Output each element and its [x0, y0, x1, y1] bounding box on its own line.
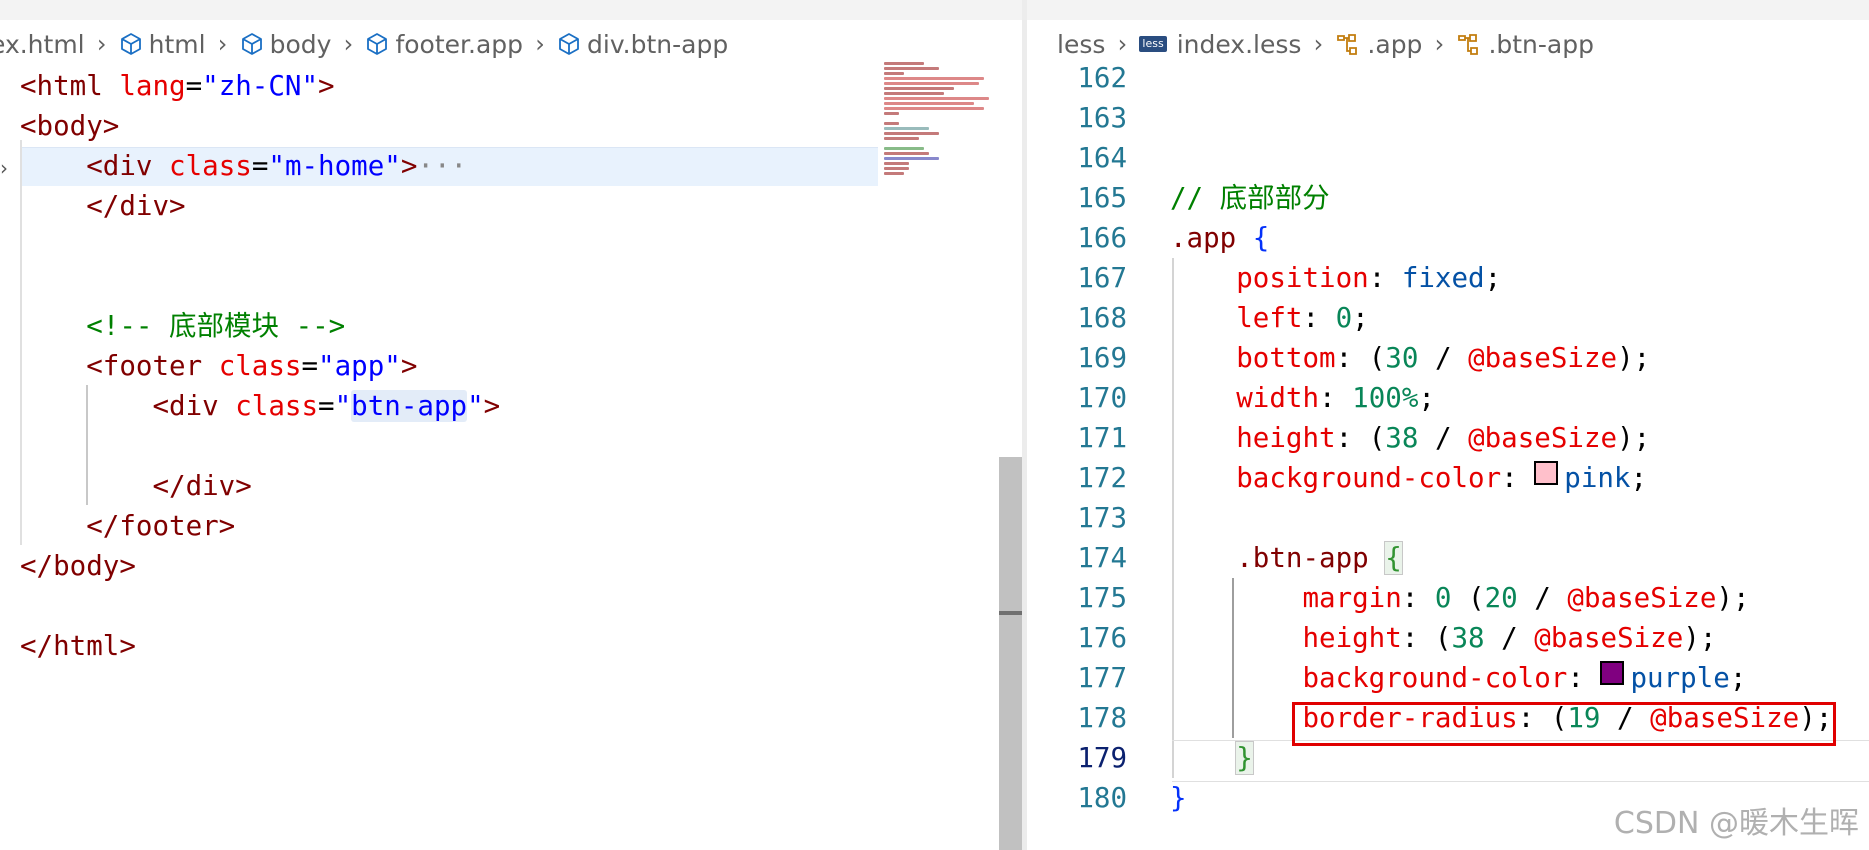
- cube-icon: [367, 33, 388, 55]
- breadcrumb-label: html: [148, 29, 206, 59]
- chevron-right-icon: ›: [217, 30, 228, 58]
- line-number: 162: [1077, 62, 1127, 94]
- breadcrumb-item-btn-app[interactable]: .btn-app: [1456, 30, 1594, 59]
- line-number-gutter: 162 163 164 165 166 167 168 169 170 171 …: [1027, 58, 1127, 818]
- folded-ellipsis[interactable]: ···: [417, 150, 467, 182]
- current-line-highlight: [1172, 740, 1869, 782]
- code-line: height: (38 / @baseSize);: [1236, 422, 1651, 454]
- line-number: 171: [1077, 422, 1127, 454]
- annotation-highlight-box: [1292, 702, 1836, 746]
- cube-icon: [559, 33, 579, 55]
- breadcrumb-label: ex.html: [0, 29, 85, 59]
- code-editor[interactable]: <html lang="zh-CN"> <body> <div class="m…: [20, 66, 500, 666]
- breadcrumb-label: .app: [1367, 29, 1423, 59]
- breadcrumb: ex.html › html › body › footer.app › div…: [0, 24, 728, 64]
- line-number: 173: [1077, 502, 1127, 534]
- code-line: </div>: [152, 470, 252, 502]
- code-line: <div class="m-home">···: [86, 150, 468, 182]
- color-swatch-purple[interactable]: [1600, 661, 1625, 685]
- minimap[interactable]: [884, 62, 999, 212]
- chevron-right-icon: ›: [343, 30, 354, 58]
- code-line: height: (38 / @baseSize);: [1302, 622, 1717, 654]
- chevron-right-icon: ›: [1434, 30, 1445, 58]
- breadcrumb-item-file[interactable]: ex.html: [0, 30, 85, 59]
- code-line: .app {: [1170, 222, 1270, 254]
- code-line: // 底部部分: [1170, 182, 1330, 214]
- breadcrumb-label: div.btn-app: [587, 29, 729, 59]
- breadcrumb-item-folder[interactable]: less: [1057, 30, 1105, 59]
- code-line: </footer>: [86, 510, 236, 542]
- code-line: .btn-app {: [1236, 541, 1403, 575]
- code-line: </html>: [20, 630, 136, 662]
- chevron-right-icon: ›: [535, 30, 545, 58]
- line-number: 177: [1077, 662, 1127, 694]
- code-line: <footer class="app">: [86, 350, 418, 382]
- color-swatch-pink[interactable]: [1534, 461, 1559, 485]
- cube-icon: [241, 33, 262, 55]
- code-line: <!-- 底部模块 -->: [86, 310, 346, 342]
- breadcrumb-item-html[interactable]: html: [119, 30, 206, 59]
- line-number-active: 179: [1077, 742, 1127, 774]
- editor-tabstrip: [1027, 0, 1869, 20]
- breadcrumb-item-file[interactable]: less index.less: [1139, 30, 1301, 59]
- line-number: 180: [1077, 782, 1127, 814]
- line-number: 164: [1077, 142, 1127, 174]
- line-number: 165: [1077, 182, 1127, 214]
- breadcrumb-label: footer.app: [395, 29, 524, 59]
- code-line: left: 0;: [1236, 302, 1369, 334]
- selector-icon: [1458, 34, 1479, 55]
- breadcrumb-label: less: [1057, 29, 1106, 59]
- breadcrumb-item-app[interactable]: .app: [1335, 30, 1422, 59]
- line-number: 163: [1077, 102, 1127, 134]
- breadcrumb-item-div[interactable]: div.btn-app: [557, 30, 728, 59]
- line-number: 174: [1077, 542, 1127, 574]
- code-line: margin: 0 (20 / @baseSize);: [1302, 582, 1750, 614]
- watermark: CSDN @暖木生晖: [1613, 806, 1859, 841]
- line-number: 170: [1077, 382, 1127, 414]
- code-line: </div>: [86, 190, 186, 222]
- vertical-scrollbar[interactable]: [999, 457, 1022, 850]
- line-number: 175: [1077, 582, 1127, 614]
- selector-icon: [1337, 34, 1358, 55]
- chevron-right-icon: ›: [1117, 30, 1128, 58]
- line-number: 168: [1077, 302, 1127, 334]
- chevron-right-icon: ›: [1313, 30, 1324, 58]
- breadcrumb-label: .btn-app: [1488, 29, 1594, 59]
- breadcrumb-item-footer[interactable]: footer.app: [365, 30, 523, 59]
- code-line: width: 100%;: [1236, 382, 1435, 414]
- html-editor-pane[interactable]: ex.html › html › body › footer.app › div…: [0, 0, 1022, 850]
- code-line: <body>: [20, 110, 120, 142]
- line-number: 176: [1077, 622, 1127, 654]
- chevron-right-icon: ›: [96, 30, 107, 58]
- line-number: 169: [1077, 342, 1127, 374]
- code-line: bottom: (30 / @baseSize);: [1236, 342, 1651, 374]
- scrollbar-position-marker: [999, 611, 1022, 615]
- code-line: <html lang="zh-CN">: [20, 70, 335, 102]
- line-number: 166: [1077, 222, 1127, 254]
- breadcrumb-label: body: [269, 29, 332, 59]
- less-file-icon: less: [1139, 36, 1167, 52]
- code-line: background-color: pink;: [1236, 461, 1648, 494]
- code-line: </body>: [20, 550, 136, 582]
- code-line: <div class="btn-app">: [152, 390, 501, 422]
- breadcrumb-label: index.less: [1176, 29, 1302, 59]
- code-line: position: fixed;: [1236, 262, 1502, 294]
- fold-chevron-icon[interactable]: ›: [0, 156, 8, 180]
- line-number: 167: [1077, 262, 1127, 294]
- editor-tabstrip: [0, 0, 1022, 20]
- line-number: 172: [1077, 462, 1127, 494]
- breadcrumb-item-body[interactable]: body: [240, 29, 332, 59]
- cube-icon: [120, 33, 141, 55]
- code-line: background-color: purple;: [1302, 661, 1747, 694]
- line-number: 178: [1077, 702, 1127, 734]
